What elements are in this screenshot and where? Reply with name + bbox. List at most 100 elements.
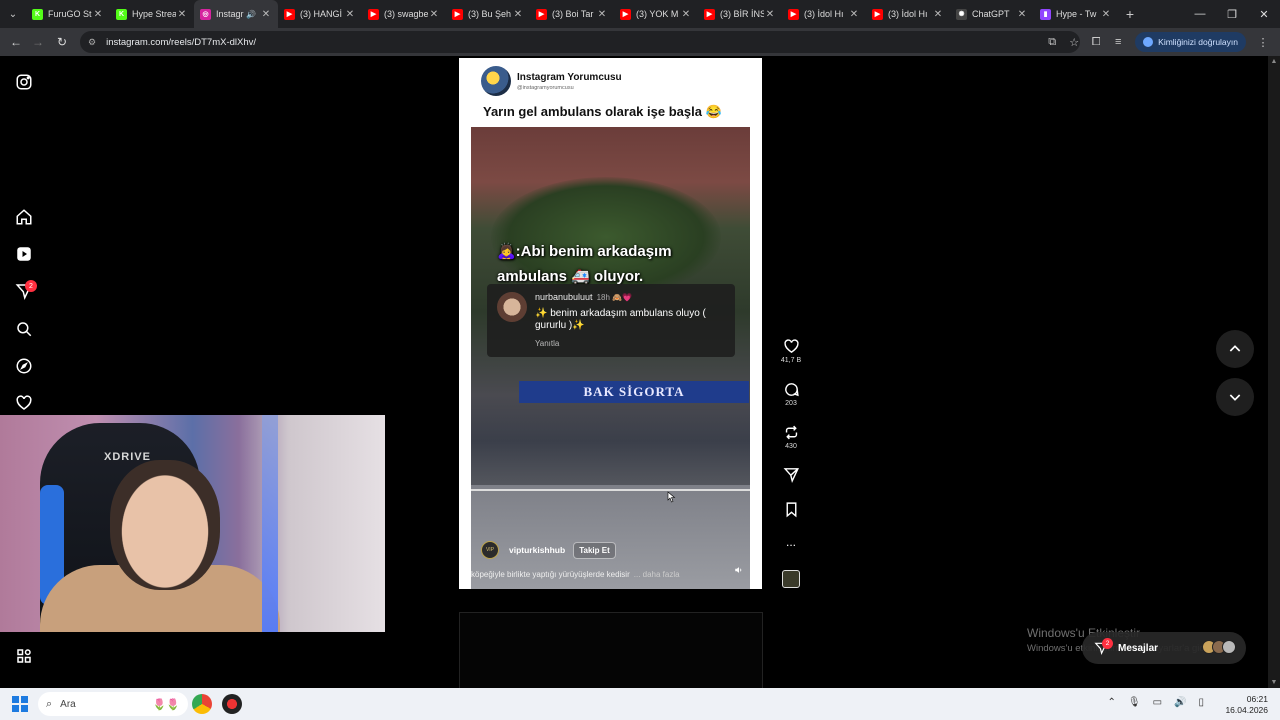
tab-title: (3) Bu Şeh	[468, 9, 512, 19]
audio-thumbnail[interactable]	[782, 570, 800, 588]
more-options-action[interactable]: ...	[779, 535, 803, 549]
poster-username[interactable]: vipturkishhub	[509, 545, 565, 555]
previous-reel-button[interactable]	[1216, 330, 1254, 368]
browser-tab[interactable]: ▶ (3) Boi Tar ✕	[530, 0, 614, 28]
volume-tray-icon[interactable]: 🔊	[1174, 697, 1186, 708]
like-heart-icon[interactable]	[783, 338, 800, 355]
browser-tab[interactable]: ▶ (3) İdol Hı ✕	[866, 0, 950, 28]
like-action[interactable]: 41,7 B	[779, 338, 803, 364]
browser-tab[interactable]: ▶ (3) YOK M ✕	[614, 0, 698, 28]
browser-tab[interactable]: K Hype Strea ✕	[110, 0, 194, 28]
instagram-page: 2 Instagram Yorumcusu @instagramyorumcus…	[0, 56, 1280, 688]
tab-close-icon[interactable]: ✕	[680, 9, 692, 20]
browser-tab[interactable]: ▮ Hype - Tw ✕	[1034, 0, 1118, 28]
windows-start-icon[interactable]	[12, 696, 28, 712]
tab-audio-icon[interactable]: 🔊	[246, 10, 256, 19]
next-reel-button[interactable]	[1216, 378, 1254, 416]
tab-close-icon[interactable]: ✕	[596, 9, 608, 20]
tab-search-button[interactable]: ⌄	[0, 0, 26, 28]
close-window-button[interactable]: ✕	[1248, 0, 1280, 28]
forward-button[interactable]: →	[26, 28, 50, 56]
scroll-down-arrow-icon[interactable]: ▼	[1270, 679, 1278, 686]
chevron-up-icon	[1229, 345, 1241, 352]
app-taskbar-icon[interactable]	[222, 694, 242, 714]
bookmark-icon[interactable]	[783, 501, 800, 518]
next-reel-card[interactable]	[459, 612, 763, 688]
reel-header: Instagram Yorumcusu @instagramyorumcusu	[481, 66, 622, 96]
tab-favicon-icon: ▶	[620, 8, 631, 20]
battery-icon[interactable]: ▯	[1198, 697, 1204, 708]
tab-close-icon[interactable]: ✕	[428, 9, 440, 20]
install-app-icon[interactable]: ⧉	[1041, 36, 1063, 49]
tab-favicon-icon: ▶	[452, 8, 463, 20]
tray-chevron-icon[interactable]: ⌃	[1107, 697, 1115, 708]
search-icon[interactable]	[14, 319, 34, 339]
reel-card[interactable]: Instagram Yorumcusu @instagramyorumcusu …	[459, 58, 762, 589]
network-icon[interactable]: ▭	[1153, 697, 1162, 708]
share-action[interactable]	[779, 466, 803, 483]
taskbar-search-icon: ⌕	[46, 697, 53, 710]
explore-icon[interactable]	[14, 356, 34, 376]
back-button[interactable]: ←	[4, 28, 28, 56]
browser-tab[interactable]: K FuruGO St ✕	[26, 0, 110, 28]
tab-close-icon[interactable]: ✕	[344, 9, 356, 20]
restore-button[interactable]: ❐	[1216, 0, 1248, 28]
poster-avatar[interactable]: VIP	[481, 541, 499, 559]
browser-tab[interactable]: ▶ (3) BİR İNS ✕	[698, 0, 782, 28]
browser-tab[interactable]: ▶ (3) İdol Hı ✕	[782, 0, 866, 28]
minimize-button[interactable]: —	[1184, 0, 1216, 28]
page-scrollbar[interactable]: ▲ ▼	[1268, 56, 1280, 688]
tab-title: (3) İdol Hı	[804, 9, 844, 19]
browser-tab[interactable]: ✺ ChatGPT ✕	[950, 0, 1034, 28]
reel-account-avatar[interactable]	[481, 66, 511, 96]
reels-icon[interactable]	[14, 244, 34, 264]
extensions-icon[interactable]: ⧠	[1085, 36, 1107, 49]
chrome-taskbar-icon[interactable]	[192, 694, 212, 714]
more-menu-icon[interactable]	[14, 646, 34, 666]
comment-action[interactable]: 203	[779, 381, 803, 407]
home-icon[interactable]	[14, 207, 34, 227]
microphone-icon[interactable]: 🎙	[1128, 697, 1141, 708]
video-description[interactable]: köpeğiyle birlikte yaptığı yürüyüşlerde …	[471, 570, 750, 579]
tab-close-icon[interactable]: ✕	[848, 9, 860, 20]
follow-button[interactable]: Takip Et	[573, 541, 616, 559]
comment-bubble-icon[interactable]	[783, 381, 800, 398]
new-tab-button[interactable]: +	[1118, 6, 1142, 22]
tab-close-icon[interactable]: ✕	[764, 9, 776, 20]
toolbar-right: ⧉ ☆ ⧠ ≡ Kimliğinizi doğrulayın ⋮	[1041, 28, 1280, 56]
browser-tab[interactable]: ▶ (3) swagbe ✕	[362, 0, 446, 28]
tab-close-icon[interactable]: ✕	[1016, 9, 1028, 20]
repost-action[interactable]: 430	[779, 424, 803, 450]
tab-close-icon[interactable]: ✕	[932, 9, 944, 20]
media-control-icon[interactable]: ≡	[1107, 36, 1129, 48]
taskbar-search[interactable]: ⌕ Ara 🌷🌷	[38, 692, 188, 716]
scroll-up-arrow-icon[interactable]: ▲	[1270, 58, 1278, 65]
audio-thumb-action[interactable]	[779, 570, 803, 588]
verify-identity-button[interactable]: Kimliğinizi doğrulayın	[1135, 32, 1246, 52]
reload-button[interactable]: ↻	[50, 28, 74, 56]
repost-icon[interactable]	[783, 424, 800, 441]
messages-pill[interactable]: 2 Mesajlar	[1082, 632, 1246, 664]
tab-close-icon[interactable]: ✕	[1100, 9, 1112, 20]
share-send-icon[interactable]	[783, 466, 800, 483]
browser-tab[interactable]: ▶ (3) HANGİ ✕	[278, 0, 362, 28]
browser-menu-icon[interactable]: ⋮	[1252, 36, 1274, 49]
address-bar[interactable]: ⚙ instagram.com/reels/DT7mX-dlXhv/	[80, 31, 1080, 53]
more-link[interactable]: ... daha fazla	[634, 570, 680, 579]
bookmark-star-icon[interactable]: ☆	[1063, 36, 1085, 49]
tab-close-icon[interactable]: ✕	[512, 9, 524, 20]
instagram-logo-icon[interactable]	[14, 72, 34, 92]
tab-close-icon[interactable]: ✕	[260, 9, 272, 20]
site-info-icon[interactable]: ⚙	[88, 37, 96, 48]
browser-tab[interactable]: ▶ (3) Bu Şeh ✕	[446, 0, 530, 28]
notifications-heart-icon[interactable]	[14, 393, 34, 413]
browser-tab[interactable]: ◎ Instagr 🔊 ✕	[194, 0, 278, 28]
reel-video[interactable]: BAK SİGORTA 🙇‍♀️:Abi benim arkadaşım amb…	[471, 127, 750, 589]
save-action[interactable]	[779, 501, 803, 518]
taskbar-clock[interactable]: 06:21 16.04.2026	[1225, 694, 1268, 716]
tab-close-icon[interactable]: ✕	[176, 9, 188, 20]
volume-icon[interactable]	[734, 565, 744, 575]
tab-close-icon[interactable]: ✕	[92, 9, 104, 20]
reel-account-name[interactable]: Instagram Yorumcusu	[517, 72, 622, 83]
more-options-icon[interactable]: ...	[786, 535, 796, 549]
